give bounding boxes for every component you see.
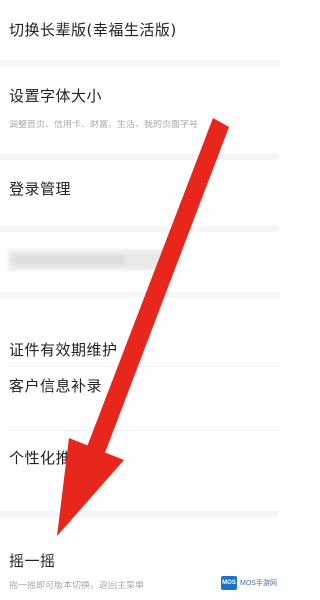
- section-divider: [0, 226, 279, 232]
- settings-item-id-validity[interactable]: 证件有效期维护: [0, 298, 279, 359]
- settings-item-label: 设置字体大小: [9, 87, 103, 105]
- settings-item-elder-mode[interactable]: 切换长辈版(幸福生活版): [0, 0, 279, 60]
- settings-item-login-management[interactable]: 登录管理: [0, 160, 279, 226]
- settings-item-label: 切换长辈版(幸福生活版): [9, 21, 177, 39]
- settings-item-label: 摇一摇: [9, 552, 56, 570]
- settings-item-label: 证件有效期维护: [9, 341, 118, 359]
- settings-item-personalized[interactable]: 个性化推荐: [0, 431, 279, 511]
- redaction-blur: [14, 255, 124, 264]
- settings-item-label: 个性化推荐: [9, 449, 87, 467]
- watermark-logo-icon: MOS: [221, 576, 237, 590]
- settings-item-label: 登录管理: [9, 180, 72, 198]
- settings-item-description: 调整首页、信用卡、财富、生活、我的页面字号: [9, 120, 199, 130]
- settings-item-label: 客户信息补录: [9, 377, 103, 395]
- watermark-text: MOS手游网: [240, 580, 277, 587]
- settings-list: 切换长辈版(幸福生活版) 设置字体大小 调整首页、信用卡、财富、生活、我的页面字…: [0, 0, 279, 600]
- redacted-settings-item[interactable]: [0, 236, 279, 286]
- settings-item-font-size[interactable]: 设置字体大小 调整首页、信用卡、财富、生活、我的页面字号: [0, 66, 279, 154]
- settings-item-customer-info[interactable]: 客户信息补录: [0, 367, 279, 423]
- watermark: MOS MOS手游网: [221, 574, 277, 592]
